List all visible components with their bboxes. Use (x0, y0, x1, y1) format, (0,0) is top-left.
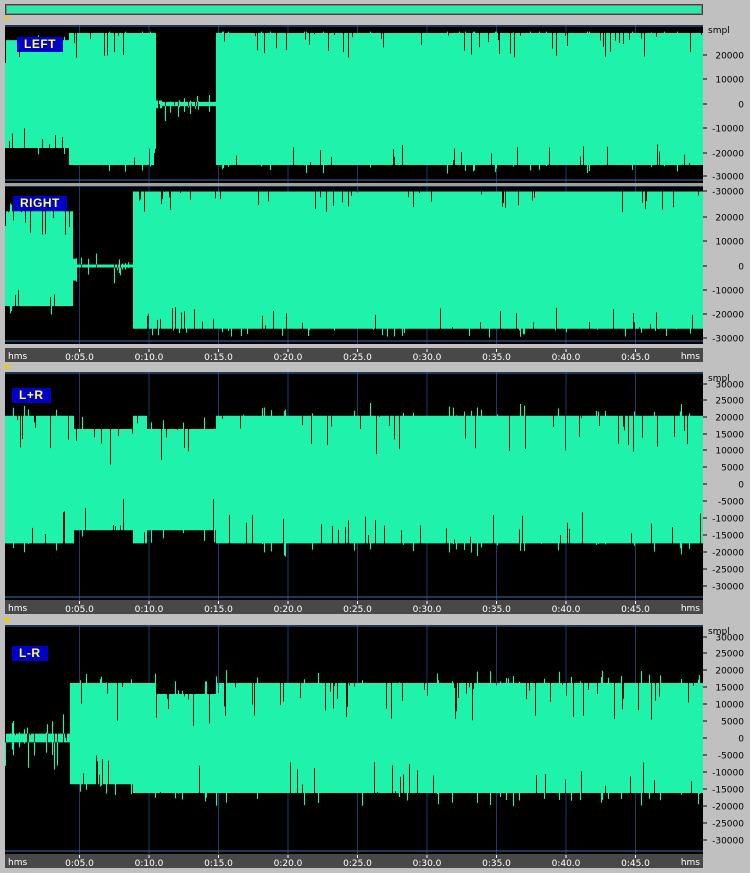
amplitude-tick-label: 30000 (715, 634, 744, 644)
difference-channel-track[interactable] (4, 625, 704, 854)
amplitude-tick-label: -25000 (712, 820, 744, 830)
time-tick-label: 0:45.0 (621, 859, 650, 869)
amplitude-tick-label: 20000 (715, 667, 744, 677)
time-tick-label: 0:20.0 (274, 859, 303, 869)
amplitude-tick-label: 15000 (715, 684, 744, 694)
time-tick-label: 0:05.0 (65, 859, 94, 869)
amplitude-tick-label: -10000 (712, 769, 744, 779)
amplitude-axis: smpl300002500020000150001000050000-5000-… (703, 627, 750, 850)
amplitude-tick-label: -5000 (718, 752, 744, 762)
amplitude-tick-label: 25000 (715, 650, 744, 660)
difference-waveform[interactable]: smpl300002500020000150001000050000-5000-… (0, 0, 750, 869)
time-tick-label: 0:40.0 (552, 859, 581, 869)
amplitude-tick-label: -20000 (712, 803, 744, 813)
time-tick-label: 0:25.0 (343, 859, 372, 869)
time-tick-label: 0:15.0 (204, 859, 233, 869)
time-ruler[interactable]: hms hms 0:05.0 0:10.0 0:15.0 0:20.0 0:25.0 0:30… (5, 854, 703, 869)
time-tick-label: 0:35.0 (482, 859, 511, 869)
amplitude-tick-label: 10000 (715, 701, 744, 711)
amplitude-tick-label: -15000 (712, 786, 744, 796)
difference-panel: smpl 30000 25000 20000 15000 10000 5000 0 -5000-… (0, 0, 750, 869)
difference-channel-label: L-R (12, 646, 48, 661)
time-tick-label: 0:10.0 (135, 859, 164, 869)
time-tick-label: 0:30.0 (413, 859, 442, 869)
amplitude-tick-label: 5000 (721, 718, 744, 728)
ruler-unit-left: hms (8, 858, 27, 868)
amplitude-tick-label: 0 (738, 735, 744, 745)
amplitude-tick-label: -30000 (712, 837, 744, 847)
ruler-unit-right: hms (681, 858, 700, 868)
